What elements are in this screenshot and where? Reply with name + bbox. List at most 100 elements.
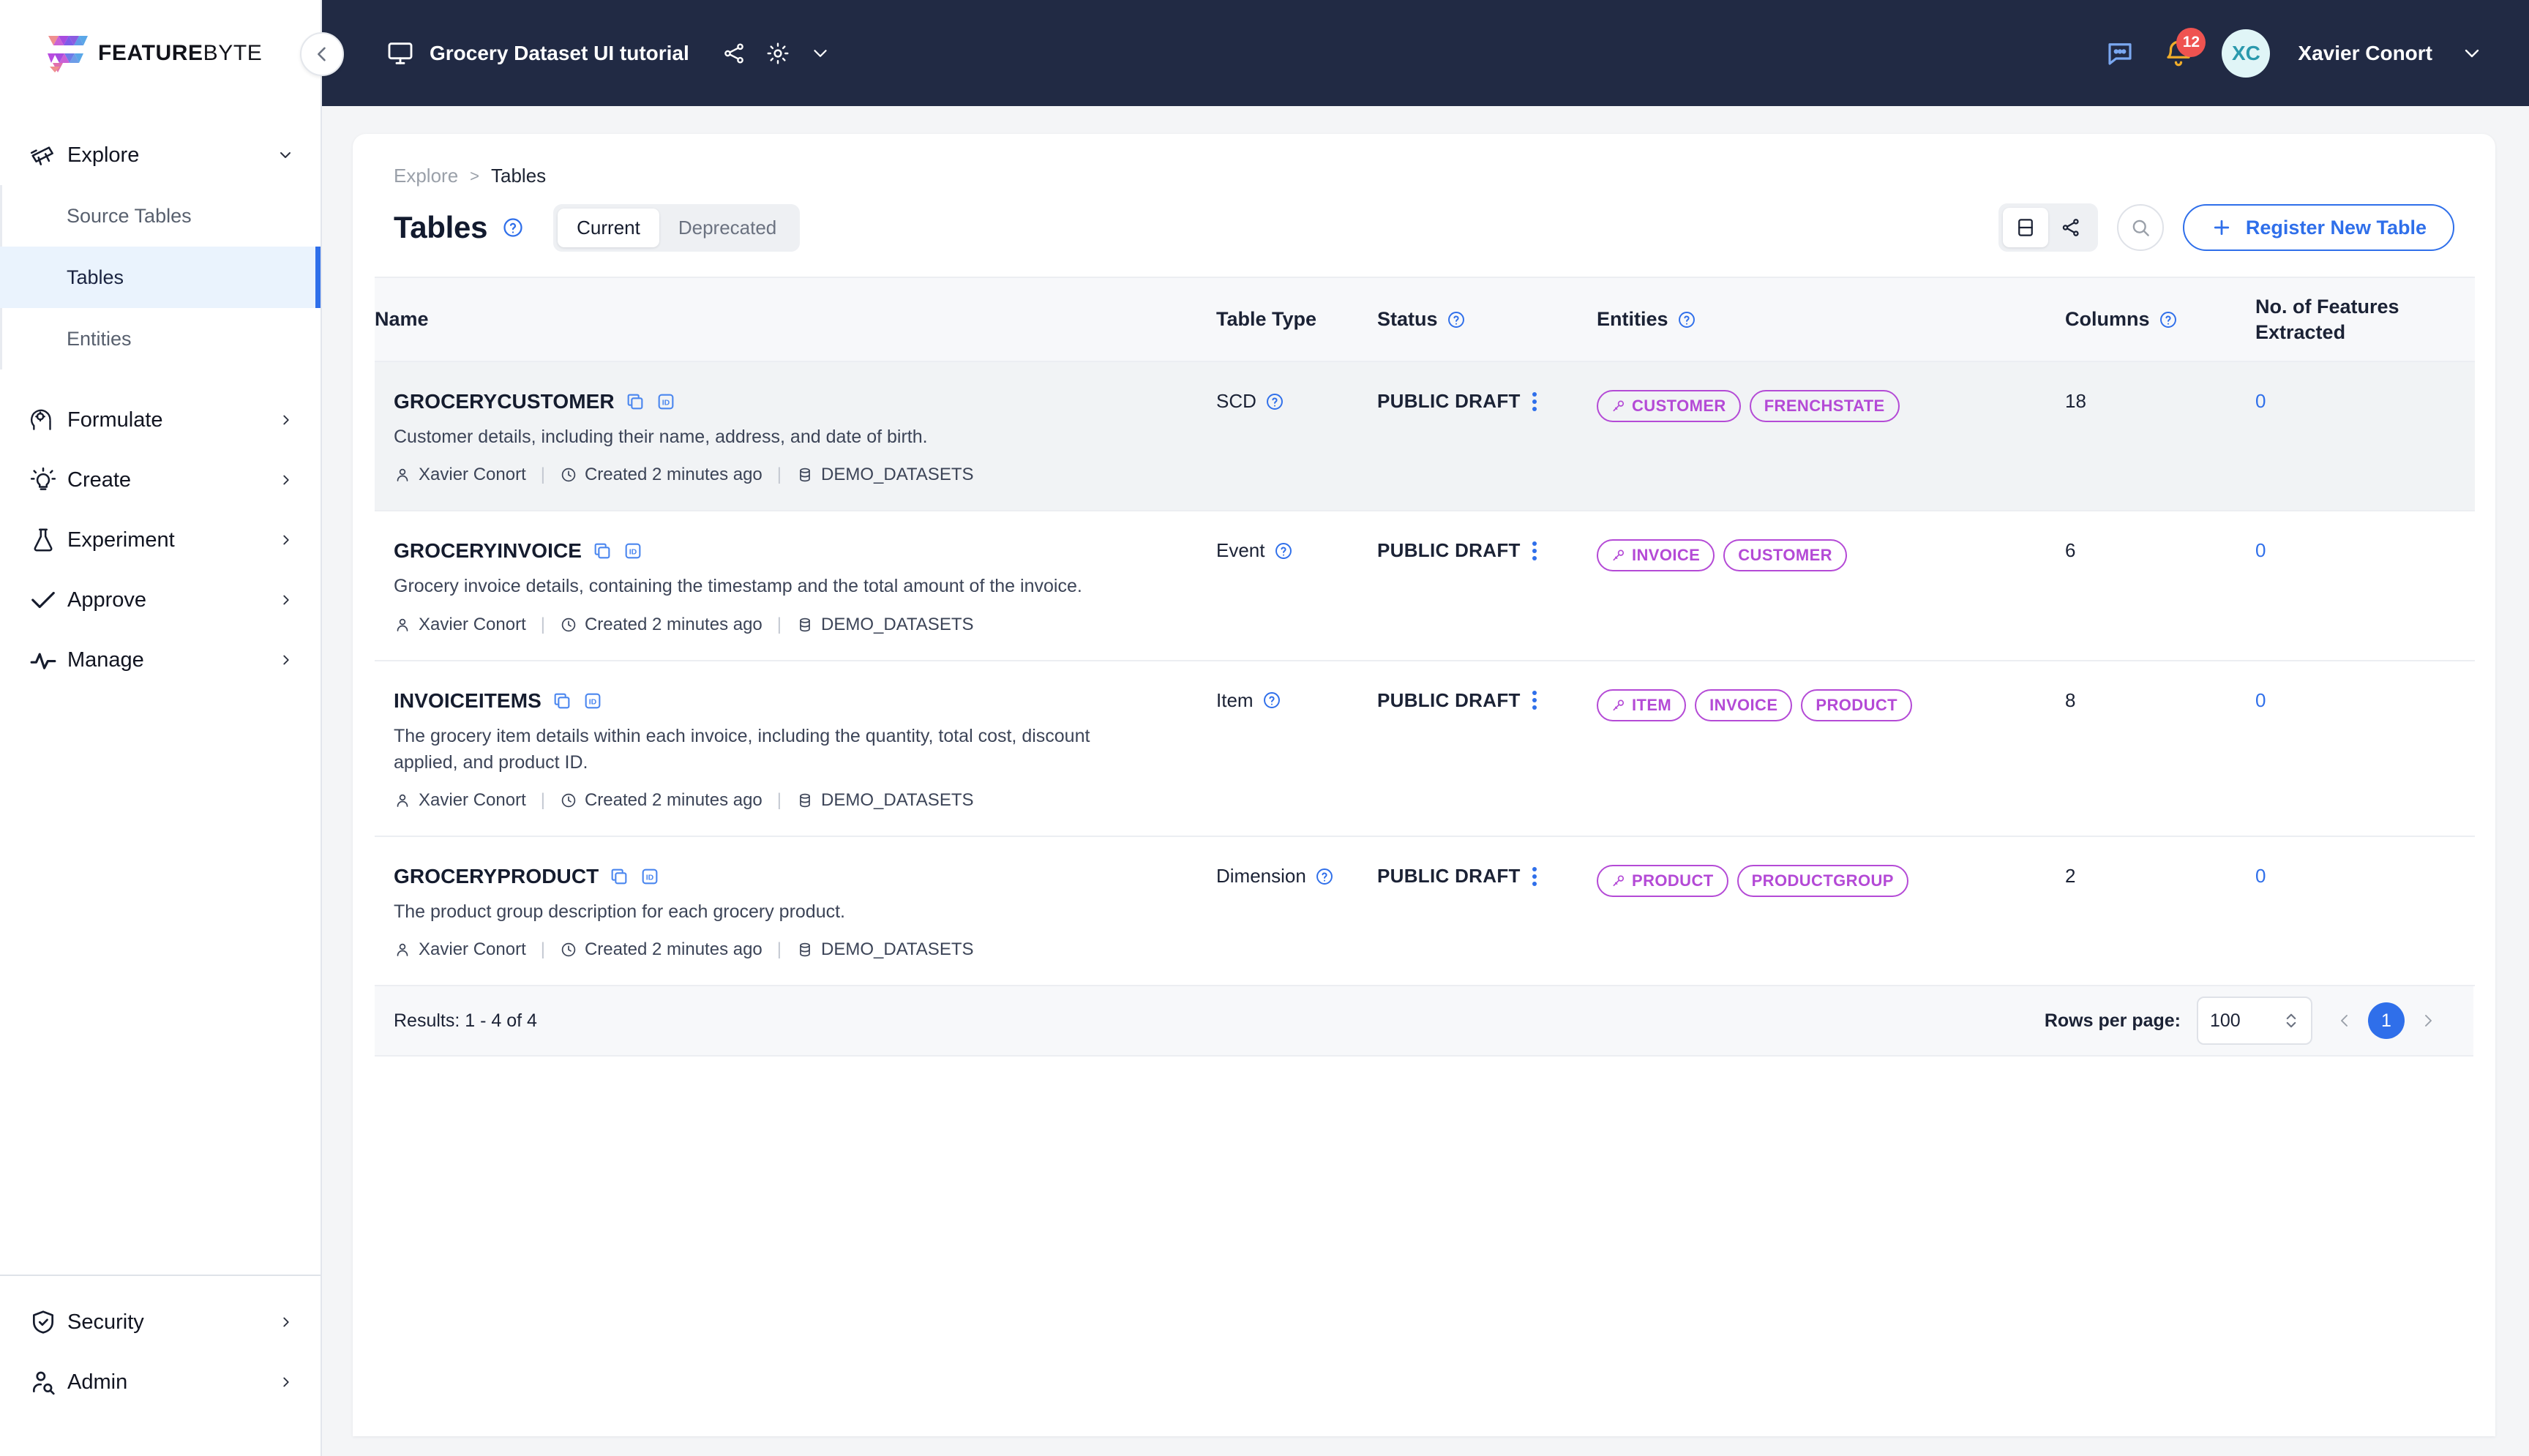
help-circle-icon[interactable] bbox=[1262, 691, 1281, 710]
meta-divider: | bbox=[540, 465, 545, 485]
register-new-table-button[interactable]: Register New Table bbox=[2182, 204, 2454, 251]
sidebar-item-tables[interactable]: Tables bbox=[0, 247, 321, 308]
sidebar-item-create[interactable]: Create bbox=[0, 450, 321, 510]
chevron-right-icon[interactable] bbox=[275, 1374, 294, 1390]
more-vertical-icon[interactable] bbox=[1532, 866, 1537, 886]
id-badge-icon[interactable]: ID bbox=[582, 691, 603, 711]
notifications-button[interactable]: 12 bbox=[2163, 27, 2206, 69]
more-vertical-icon[interactable] bbox=[1532, 541, 1537, 560]
help-circle-icon[interactable] bbox=[1447, 310, 1466, 329]
rows-per-page-select[interactable]: 100 bbox=[2197, 997, 2312, 1046]
column-header-features[interactable]: No. of Features Extracted bbox=[2255, 276, 2475, 363]
column-header-table-type[interactable]: Table Type bbox=[1216, 276, 1377, 363]
breadcrumb-separator: > bbox=[470, 166, 480, 185]
help-circle-icon[interactable] bbox=[502, 217, 524, 239]
sidebar-item-admin[interactable]: Admin bbox=[0, 1352, 321, 1412]
table-row[interactable]: INVOICEITEMS ID The grocery item details… bbox=[375, 660, 2475, 838]
column-header-name[interactable]: Name bbox=[375, 276, 1216, 363]
features-count[interactable]: 0 bbox=[2255, 689, 2266, 711]
column-header-columns[interactable]: Columns bbox=[2065, 276, 2255, 363]
sidebar-item-explore[interactable]: Explore bbox=[0, 125, 321, 185]
avatar[interactable]: XC bbox=[2222, 29, 2271, 78]
features-count[interactable]: 0 bbox=[2255, 865, 2266, 887]
sidebar-item-manage[interactable]: Manage bbox=[0, 630, 321, 690]
copy-icon[interactable] bbox=[552, 691, 572, 711]
id-badge-icon[interactable]: ID bbox=[623, 541, 643, 561]
tab-deprecated[interactable]: Deprecated bbox=[659, 209, 795, 247]
chevron-right-icon[interactable] bbox=[275, 532, 294, 548]
entity-chip[interactable]: FRENCHSTATE bbox=[1749, 390, 1900, 423]
sidebar-item-source-tables[interactable]: Source Tables bbox=[0, 185, 321, 247]
sidebar: FEATUREBYTE Explore Source Tables Tables… bbox=[0, 0, 322, 1456]
more-vertical-icon[interactable] bbox=[1532, 691, 1537, 710]
id-badge-icon[interactable]: ID bbox=[656, 391, 676, 412]
entity-chip[interactable]: INVOICE bbox=[1597, 539, 1715, 572]
chevron-down-icon[interactable] bbox=[275, 146, 294, 164]
database-icon bbox=[796, 792, 814, 809]
entity-chip[interactable]: PRODUCT bbox=[1597, 865, 1728, 898]
table-name[interactable]: GROCERYCUSTOMER bbox=[394, 390, 615, 413]
copy-icon[interactable] bbox=[592, 541, 612, 561]
column-header-status[interactable]: Status bbox=[1377, 276, 1597, 363]
next-page-button[interactable] bbox=[2412, 1005, 2444, 1037]
help-circle-icon[interactable] bbox=[1315, 867, 1334, 886]
table-name[interactable]: INVOICEITEMS bbox=[394, 689, 542, 713]
cell-features: 0 bbox=[2255, 660, 2475, 838]
tab-current[interactable]: Current bbox=[558, 208, 659, 247]
share-icon[interactable] bbox=[722, 41, 746, 66]
features-count[interactable]: 0 bbox=[2255, 539, 2266, 561]
table-name[interactable]: GROCERYPRODUCT bbox=[394, 865, 599, 888]
sidebar-item-formulate[interactable]: Formulate bbox=[0, 390, 321, 450]
id-badge-icon[interactable]: ID bbox=[640, 866, 660, 887]
chat-icon[interactable] bbox=[2105, 38, 2135, 69]
chevron-down-icon[interactable] bbox=[809, 42, 831, 64]
brand-logo[interactable]: FEATUREBYTE bbox=[0, 0, 321, 106]
entity-chip[interactable]: INVOICE bbox=[1695, 688, 1793, 721]
column-header-entities[interactable]: Entities bbox=[1597, 276, 2065, 363]
help-circle-icon[interactable] bbox=[1677, 310, 1696, 329]
graph-view-icon[interactable] bbox=[2048, 208, 2094, 247]
sidebar-item-approve[interactable]: Approve bbox=[0, 570, 321, 630]
svg-text:ID: ID bbox=[629, 548, 637, 557]
chevron-right-icon[interactable] bbox=[275, 412, 294, 428]
sidebar-nav: Explore Source Tables Tables Entities Fo… bbox=[0, 106, 321, 1275]
features-count[interactable]: 0 bbox=[2255, 390, 2266, 412]
table-view-icon[interactable] bbox=[2002, 208, 2048, 247]
table-row[interactable]: GROCERYINVOICE ID Grocery invoice detail… bbox=[375, 511, 2475, 661]
svg-text:ID: ID bbox=[589, 697, 597, 706]
table-row[interactable]: GROCERYPRODUCT ID The product group desc… bbox=[375, 836, 2475, 987]
chevron-right-icon[interactable] bbox=[275, 652, 294, 668]
status-badge: PUBLIC DRAFT bbox=[1377, 539, 1521, 562]
prev-page-button[interactable] bbox=[2328, 1005, 2361, 1037]
help-circle-icon[interactable] bbox=[1265, 392, 1284, 411]
more-vertical-icon[interactable] bbox=[1532, 391, 1537, 411]
search-button[interactable] bbox=[2116, 204, 2164, 251]
chevron-right-icon[interactable] bbox=[275, 1314, 294, 1330]
copy-icon[interactable] bbox=[609, 866, 629, 887]
entity-chip[interactable]: CUSTOMER bbox=[1723, 539, 1847, 572]
entity-chip[interactable]: PRODUCT bbox=[1801, 688, 1912, 721]
table-created: Created 2 minutes ago bbox=[584, 790, 763, 811]
chevron-right-icon[interactable] bbox=[275, 472, 294, 488]
entity-chip[interactable]: PRODUCTGROUP bbox=[1736, 865, 1908, 898]
sidebar-item-security[interactable]: Security bbox=[0, 1292, 321, 1352]
copy-icon[interactable] bbox=[625, 391, 645, 412]
help-circle-icon[interactable] bbox=[2159, 310, 2178, 329]
table-name[interactable]: GROCERYINVOICE bbox=[394, 539, 582, 563]
entity-chip[interactable]: ITEM bbox=[1597, 688, 1687, 721]
breadcrumb-parent[interactable]: Explore bbox=[394, 165, 458, 187]
gear-icon[interactable] bbox=[765, 41, 790, 66]
chevron-right-icon[interactable] bbox=[275, 592, 294, 608]
workspace-selector[interactable]: Grocery Dataset UI tutorial bbox=[322, 39, 831, 68]
page-1-button[interactable]: 1 bbox=[2368, 1002, 2405, 1040]
table-row[interactable]: GROCERYCUSTOMER ID Customer details, inc… bbox=[375, 361, 2475, 512]
table-description: Customer details, including their name, … bbox=[394, 427, 928, 448]
sidebar-item-entities[interactable]: Entities bbox=[0, 308, 321, 369]
entity-chip[interactable]: CUSTOMER bbox=[1597, 390, 1741, 423]
table-meta: Xavier Conort | Created 2 minutes ago | bbox=[394, 465, 1216, 485]
sidebar-item-experiment[interactable]: Experiment bbox=[0, 510, 321, 570]
user-menu-chevron-down-icon[interactable] bbox=[2460, 42, 2484, 65]
sidebar-collapse-button[interactable] bbox=[300, 32, 344, 76]
cell-columns: 18 bbox=[2065, 361, 2255, 512]
help-circle-icon[interactable] bbox=[1274, 541, 1293, 560]
